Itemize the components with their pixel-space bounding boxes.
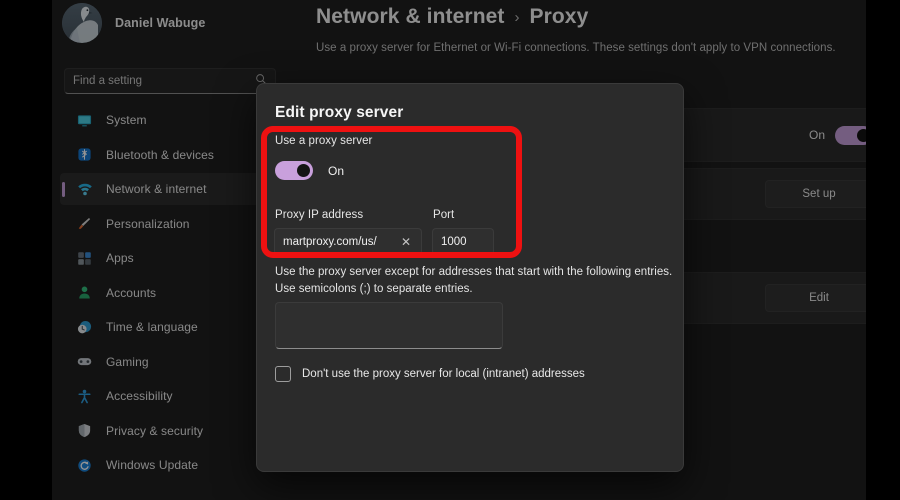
edit-proxy-server-dialog: Edit proxy server Use a proxy server On … (256, 83, 684, 472)
exceptions-description: Use the proxy server except for addresse… (275, 266, 673, 296)
close-icon[interactable]: ✕ (399, 235, 413, 249)
port-input[interactable]: 1000 (432, 228, 494, 255)
dialog-footer: Save Cancel (257, 83, 683, 84)
proxy-ip-address-label: Proxy IP address (275, 209, 364, 221)
dialog-title: Edit proxy server (275, 104, 404, 121)
settings-window: Daniel Wabuge Find a setting System Blue… (52, 0, 866, 500)
bypass-local-row[interactable]: Don't use the proxy server for local (in… (275, 366, 585, 382)
exceptions-textarea[interactable] (275, 302, 503, 349)
letterbox-left (0, 0, 52, 500)
use-proxy-server-toggle-row[interactable]: On (275, 161, 344, 180)
port-value: 1000 (441, 235, 467, 248)
use-proxy-server-toggle[interactable] (275, 161, 313, 180)
proxy-ip-address-input[interactable]: martproxy.com/us/ ✕ (274, 228, 422, 255)
toggle-knob (297, 164, 310, 177)
use-proxy-server-label: Use a proxy server (275, 135, 373, 147)
bypass-local-checkbox[interactable] (275, 366, 291, 382)
screenshot-root: Daniel Wabuge Find a setting System Blue… (0, 0, 900, 500)
use-proxy-server-state-label: On (328, 163, 345, 178)
bypass-local-label: Don't use the proxy server for local (in… (302, 368, 585, 380)
letterbox-right (866, 0, 900, 500)
port-label: Port (433, 209, 455, 221)
proxy-ip-address-value: martproxy.com/us/ (283, 235, 377, 248)
